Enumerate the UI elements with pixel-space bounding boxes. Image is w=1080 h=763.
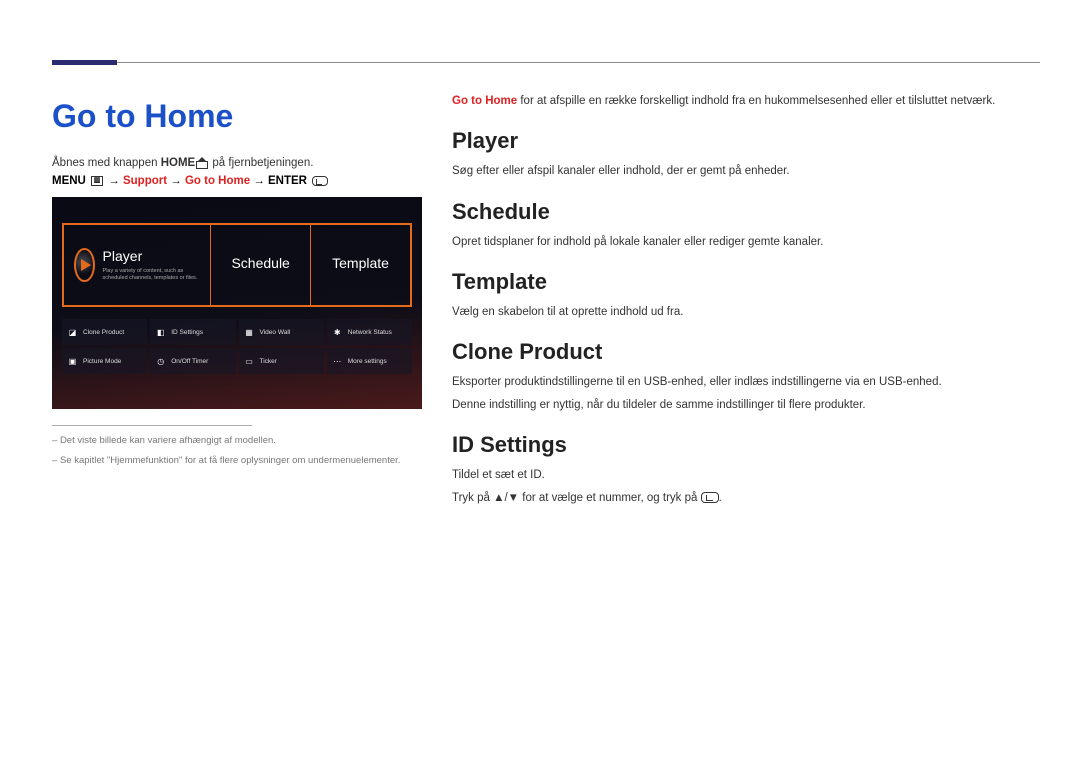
id-icon: ◧ — [155, 327, 166, 338]
intro-prefix: Åbnes med knappen — [52, 157, 161, 169]
grid-label: More settings — [348, 358, 387, 365]
up-down-arrow-icon: ▲/▼ — [493, 492, 519, 504]
grid-video-wall[interactable]: ▦ Video Wall — [239, 319, 324, 345]
tile-player[interactable]: Player Play a variety of content, such a… — [64, 225, 211, 305]
grid-label: Picture Mode — [83, 358, 121, 365]
grid-clone-product[interactable]: ◪ Clone Product — [62, 319, 147, 345]
footnote: Det viste billede kan variere afhængigt … — [52, 434, 428, 448]
grid-label: Video Wall — [260, 329, 291, 336]
section-template: Template Vælg en skabelon til at oprette… — [452, 269, 1038, 321]
menu-path-menu: MENU — [52, 175, 86, 187]
play-icon — [74, 248, 95, 282]
ticker-icon: ▭ — [244, 356, 255, 367]
top-note-highlight: Go to Home — [452, 95, 517, 107]
icon-grid: ◪Clone Product ◧ID Settings ▦Video Wall … — [62, 319, 412, 374]
body-id-2a: Tryk på — [452, 492, 493, 504]
enter-icon — [312, 176, 328, 186]
grid-network-status[interactable]: ✱ Network Status — [327, 319, 412, 345]
heading-player: Player — [452, 128, 1038, 154]
body-player: Søg efter eller afspil kanaler eller ind… — [452, 162, 1038, 180]
right-column: Go to Home for at afspille en række fors… — [452, 93, 1038, 525]
heading-clone: Clone Product — [452, 339, 1038, 365]
grid-label: Clone Product — [83, 329, 124, 336]
section-player: Player Søg efter eller afspil kanaler el… — [452, 128, 1038, 180]
page-title: Go to Home — [52, 98, 428, 135]
body-schedule: Opret tidsplaner for indhold på lokale k… — [452, 233, 1038, 251]
tile-row: Player Play a variety of content, such a… — [62, 223, 412, 307]
intro-suffix: på fjernbetjeningen. — [209, 157, 313, 169]
grid-label: ID Settings — [171, 329, 203, 336]
tile-player-label: Player — [103, 248, 201, 264]
grid-more-settings[interactable]: ⋯ More settings — [327, 348, 412, 374]
grid-icon: ▦ — [244, 327, 255, 338]
enter-icon — [701, 492, 719, 503]
intro-text: Åbnes med knappen HOME på fjernbetjening… — [52, 157, 428, 169]
section-schedule: Schedule Opret tidsplaner for indhold på… — [452, 199, 1038, 251]
picture-icon: ▣ — [67, 356, 78, 367]
header-rule — [52, 62, 1040, 68]
body-clone-2: Denne indstilling er nyttig, når du tild… — [452, 396, 1038, 414]
menu-path-support: Support — [123, 175, 167, 187]
body-template: Vælg en skabelon til at oprette indhold … — [452, 303, 1038, 321]
left-column: Go to Home Åbnes med knappen HOME på fje… — [52, 98, 428, 475]
footnote-rule — [52, 425, 252, 426]
menu-path-gotohome: Go to Home — [185, 175, 250, 187]
body-id-1: Tildel et sæt et ID. — [452, 466, 1038, 484]
arrow: → — [167, 175, 185, 187]
tile-template-label: Template — [332, 255, 389, 271]
menu-path-enter: ENTER — [268, 175, 307, 187]
body-clone-1: Eksporter produktindstillingerne til en … — [452, 373, 1038, 391]
footnote: Se kapitlet "Hjemmefunktion" for at få f… — [52, 454, 428, 468]
tile-template[interactable]: Template — [311, 225, 410, 305]
grid-onoff-timer[interactable]: ◷ On/Off Timer — [150, 348, 235, 374]
square-icon: ◪ — [67, 327, 78, 338]
menu-path: MENU ▥ → Support → Go to Home → ENTER — [52, 175, 428, 187]
heading-schedule: Schedule — [452, 199, 1038, 225]
grid-id-settings[interactable]: ◧ ID Settings — [150, 319, 235, 345]
home-icon — [196, 157, 208, 168]
grid-label: On/Off Timer — [171, 358, 208, 365]
footnote-list: Det viste billede kan variere afhængigt … — [52, 434, 428, 469]
top-note-rest: for at afspille en række forskelligt ind… — [517, 95, 995, 107]
body-id-2b: for at vælge et nummer, og tryk på — [519, 492, 701, 504]
body-id-2: Tryk på ▲/▼ for at vælge et nummer, og t… — [452, 489, 1038, 507]
grid-label: Ticker — [260, 358, 277, 365]
tile-schedule[interactable]: Schedule — [211, 225, 311, 305]
top-note: Go to Home for at afspille en række fors… — [452, 93, 1038, 110]
tile-player-sub: Play a variety of content, such as sched… — [103, 268, 201, 281]
home-screenshot: Player Play a variety of content, such a… — [52, 197, 422, 409]
grid-label: Network Status — [348, 329, 392, 336]
grid-ticker[interactable]: ▭ Ticker — [239, 348, 324, 374]
menu-grid-icon: ▥ — [91, 176, 103, 186]
more-icon: ⋯ — [332, 356, 343, 367]
heading-id: ID Settings — [452, 432, 1038, 458]
body-id-2c: . — [719, 492, 722, 504]
section-id-settings: ID Settings Tildel et sæt et ID. Tryk på… — [452, 432, 1038, 507]
tile-schedule-label: Schedule — [231, 255, 289, 271]
arrow: → — [108, 175, 123, 187]
header-accent — [52, 60, 117, 65]
heading-template: Template — [452, 269, 1038, 295]
arrow: → — [250, 175, 268, 187]
clock-icon: ◷ — [155, 356, 166, 367]
intro-bold: HOME — [161, 157, 196, 169]
section-clone-product: Clone Product Eksporter produktindstilli… — [452, 339, 1038, 414]
grid-picture-mode[interactable]: ▣ Picture Mode — [62, 348, 147, 374]
gear-icon: ✱ — [332, 327, 343, 338]
